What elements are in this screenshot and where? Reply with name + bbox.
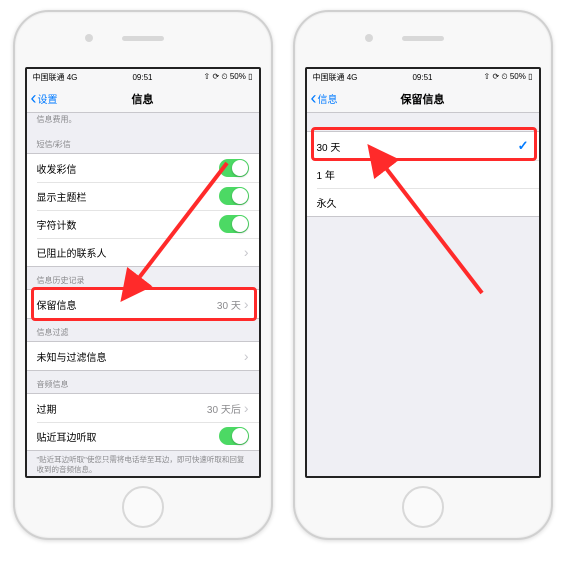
chevron-icon [241,244,249,260]
status-carrier: 中国联通 4G [313,72,358,83]
cell-keep-messages[interactable]: 保留信息 30 天 [27,290,259,318]
toggle-icon[interactable] [219,187,249,205]
screen-keep-messages: 中国联通 4G 09:51 ⇧ ⟳ ⏲ 50% ▯ 信息 保留信息 30 天 ✓… [305,67,541,478]
cell-raise-to-listen[interactable]: 贴近耳边听取 [27,422,259,450]
status-bar: 中国联通 4G 09:51 ⇧ ⟳ ⏲ 50% ▯ [27,69,259,85]
nav-bar: 信息 保留信息 [307,85,539,113]
nav-bar: 设置 信息 [27,85,259,113]
phone-frame-left: 中国联通 4G 09:51 ⇧ ⟳ ⏲ 50% ▯ 设置 信息 信息费用。 短信… [13,10,273,540]
status-battery: 50% [230,72,246,81]
option-1-year[interactable]: 1 年 [307,160,539,188]
screen-messages-settings: 中国联通 4G 09:51 ⇧ ⟳ ⏲ 50% ▯ 设置 信息 信息费用。 短信… [25,67,261,478]
toggle-icon[interactable] [219,215,249,233]
section-filter-header: 信息过滤 [27,319,259,341]
status-carrier: 中国联通 4G [33,72,78,83]
nav-title: 保留信息 [401,91,445,107]
option-30-days[interactable]: 30 天 ✓ [307,132,539,160]
nav-title: 信息 [132,91,154,107]
status-battery: 50% [510,72,526,81]
cell-blocked-contacts[interactable]: 已阻止的联系人 [27,238,259,266]
toggle-icon[interactable] [219,159,249,177]
keep-messages-value: 30 天 [217,297,241,312]
cell-mms-receive[interactable]: 收发彩信 [27,154,259,182]
status-time: 09:51 [412,73,432,82]
home-button[interactable] [122,486,164,528]
cell-audio-expire[interactable]: 过期 30 天后 [27,394,259,422]
audio-expire-value: 30 天后 [207,401,241,416]
back-button[interactable]: 设置 [31,91,58,106]
cell-char-count[interactable]: 字符计数 [27,210,259,238]
phone-frame-right: 中国联通 4G 09:51 ⇧ ⟳ ⏲ 50% ▯ 信息 保留信息 30 天 ✓… [293,10,553,540]
status-bar: 中国联通 4G 09:51 ⇧ ⟳ ⏲ 50% ▯ [307,69,539,85]
status-time: 09:51 [132,73,152,82]
back-button[interactable]: 信息 [311,91,338,106]
toggle-icon[interactable] [219,427,249,445]
home-button[interactable] [402,486,444,528]
content-scroll[interactable]: 信息费用。 短信/彩信 收发彩信 显示主题栏 字符计数 已阻止的联系人 [27,113,259,476]
audio-footnote: "贴近耳边听取"使您只需将电话举至耳边，即可快速听取和回复收到的音频信息。 [27,451,259,476]
cell-subject-field[interactable]: 显示主题栏 [27,182,259,210]
status-icons: ⇧ ⟳ ⏲ [204,72,228,81]
section-audio-header: 音频信息 [27,371,259,393]
section-history-header: 信息历史记录 [27,267,259,289]
section-mms-header: 短信/彩信 [27,131,259,153]
header-note: 信息费用。 [27,113,259,131]
cell-filter-unknown[interactable]: 未知与过滤信息 [27,342,259,370]
option-forever[interactable]: 永久 [307,188,539,216]
status-icons: ⇧ ⟳ ⏲ [484,72,508,81]
checkmark-icon: ✓ [518,138,529,154]
content-scroll[interactable]: 30 天 ✓ 1 年 永久 [307,113,539,476]
chevron-icon [241,348,249,364]
